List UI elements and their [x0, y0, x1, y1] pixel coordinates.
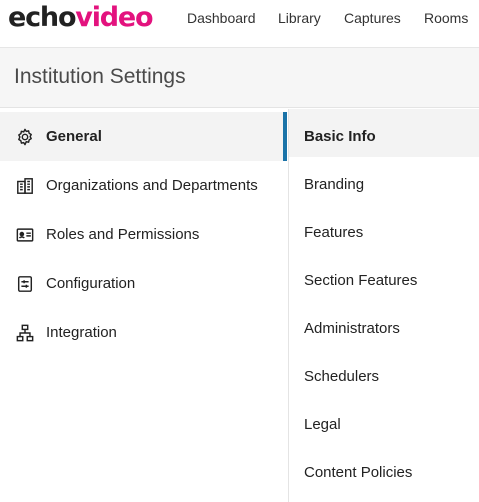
- sidebar-item-configuration[interactable]: Configuration: [0, 259, 287, 308]
- subnav-item-label: Administrators: [304, 320, 400, 337]
- gear-icon: [15, 128, 35, 146]
- sliders-icon: [15, 275, 35, 293]
- network-icon: [15, 324, 35, 342]
- subnav-item-label: Schedulers: [304, 368, 380, 385]
- subnav-item-label: Features: [304, 224, 364, 241]
- page-header: Institution Settings: [0, 48, 479, 108]
- subnav-item-label: Content Policies: [304, 464, 413, 481]
- nav-dashboard[interactable]: Dashboard: [187, 10, 256, 26]
- subnav-item-administrators[interactable]: Administrators: [289, 301, 479, 349]
- top-bar: echovideo Dashboard Library Captures Roo…: [0, 0, 479, 48]
- page-title: Institution Settings: [14, 65, 186, 88]
- subnav-item-label: Section Features: [304, 272, 418, 289]
- subnav-item-basic-info[interactable]: Basic Info: [289, 109, 479, 157]
- sidebar-item-label: General: [46, 128, 102, 145]
- nav-rooms[interactable]: Rooms: [424, 10, 468, 26]
- subnav-item-label: Branding: [304, 176, 365, 193]
- sidebar-item-organizations[interactable]: Organizations and Departments: [0, 161, 287, 210]
- subnav-item-label: Legal: [304, 416, 341, 433]
- subnav-item-section-features[interactable]: Section Features: [289, 253, 479, 301]
- subnav-item-features[interactable]: Features: [289, 205, 479, 253]
- sidebar-item-label: Configuration: [46, 275, 136, 292]
- nav-library[interactable]: Library: [278, 10, 321, 26]
- settings-sidebar: General Organizations and Departments Ro…: [0, 109, 287, 502]
- subnav-item-legal[interactable]: Legal: [289, 397, 479, 445]
- sidebar-item-roles[interactable]: Roles and Permissions: [0, 210, 287, 259]
- id-card-icon: [15, 226, 35, 244]
- sidebar-item-label: Integration: [46, 324, 117, 341]
- subnav-item-label: Basic Info: [304, 128, 376, 145]
- subnav-item-schedulers[interactable]: Schedulers: [289, 349, 479, 397]
- subnav-item-content-policies[interactable]: Content Policies: [289, 445, 479, 493]
- building-icon: [15, 177, 35, 195]
- subnav-item-branding[interactable]: Branding: [289, 157, 479, 205]
- sidebar-item-label: Organizations and Departments: [46, 177, 258, 194]
- nav-captures[interactable]: Captures: [344, 10, 401, 26]
- settings-subnav: Basic Info Branding Features Section Fea…: [288, 109, 479, 502]
- echovideo-logo[interactable]: echovideo: [8, 3, 154, 33]
- sidebar-item-label: Roles and Permissions: [46, 226, 200, 243]
- sidebar-item-integration[interactable]: Integration: [0, 308, 287, 357]
- sidebar-item-general[interactable]: General: [0, 112, 287, 161]
